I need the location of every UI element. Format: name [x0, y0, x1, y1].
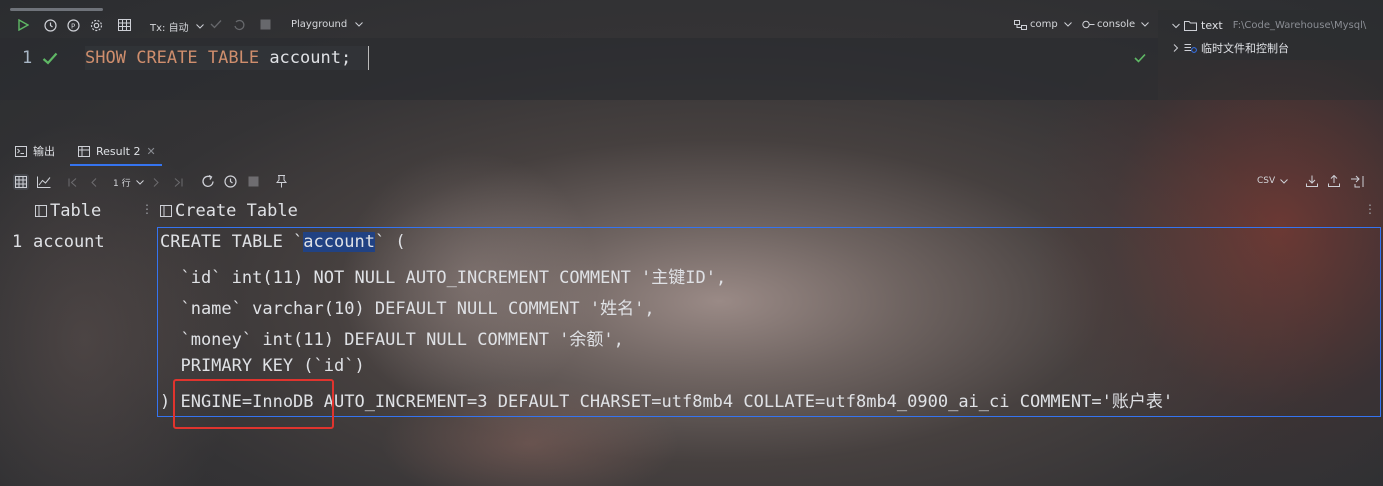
- keyword-table: TABLE: [207, 48, 260, 68]
- table-view-icon[interactable]: [118, 19, 131, 31]
- results-tabs: 输出 Result 2 ✕: [0, 138, 1383, 166]
- ddl-line: `money` int(11) DEFAULT NULL COMMENT '余额…: [160, 330, 624, 350]
- folder-icon: [1184, 21, 1197, 31]
- column-header-label: Create Table: [175, 201, 298, 221]
- svg-text:P: P: [71, 23, 75, 31]
- chevron-down-icon: [1280, 178, 1289, 184]
- tab-output-label: 输出: [33, 145, 55, 158]
- chevron-down-icon: [1141, 22, 1150, 27]
- playground-label: Playground: [291, 19, 348, 30]
- playground-dropdown[interactable]: Playground: [291, 19, 364, 30]
- statement-terminator: ;: [340, 48, 352, 68]
- grid-view-icon[interactable]: [13, 174, 29, 190]
- refresh-icon[interactable]: [201, 175, 215, 188]
- stop-icon[interactable]: [260, 19, 271, 30]
- transaction-mode-label: Tx: 自动: [150, 23, 189, 34]
- scratches-label: 临时文件和控制台: [1201, 42, 1289, 55]
- chevron-right-icon: [1173, 44, 1179, 52]
- active-tab-indicator: [10, 8, 103, 11]
- highlight-annotation: [173, 379, 334, 429]
- pin-icon[interactable]: [276, 175, 287, 188]
- export-format-label: CSV: [1257, 176, 1276, 186]
- rollback-icon[interactable]: [233, 19, 245, 31]
- chevron-down-icon: [135, 180, 144, 185]
- chevron-down-icon: [195, 24, 204, 29]
- schema-icon: [1014, 19, 1027, 30]
- inspection-ok-icon[interactable]: [1134, 48, 1146, 67]
- tab-result-2[interactable]: Result 2 ✕: [70, 138, 162, 166]
- column-icon: [160, 205, 172, 217]
- console-dropdown[interactable]: console: [1082, 19, 1150, 30]
- folder-path: F:\Code_Warehouse\Mysql\: [1232, 20, 1367, 31]
- ddl-text: ` (: [374, 232, 406, 252]
- tab-output[interactable]: 输出: [15, 138, 55, 164]
- keyword-create: CREATE: [136, 48, 198, 68]
- close-tab-icon[interactable]: ✕: [146, 145, 155, 158]
- previous-page-icon[interactable]: [91, 178, 97, 187]
- ddl-text: CREATE TABLE `: [160, 232, 304, 252]
- tab-result-label: Result 2: [96, 144, 141, 158]
- rows-count-label: 1 行: [113, 179, 131, 189]
- settings-icon[interactable]: [90, 19, 103, 32]
- sql-statement[interactable]: SHOW CREATE TABLE account;: [85, 46, 369, 70]
- ddl-selected-text: account: [303, 232, 375, 252]
- history-icon[interactable]: [44, 19, 57, 32]
- query-history-icon[interactable]: [224, 175, 237, 188]
- tree-item-scratches[interactable]: 临时文件和控制台: [1172, 40, 1289, 56]
- row-number: 1: [12, 232, 23, 252]
- chevron-down-icon: [355, 22, 364, 27]
- schema-label: comp: [1030, 19, 1058, 30]
- stop-icon[interactable]: [248, 176, 259, 187]
- project-tree: text F:\Code_Warehouse\Mysql\ 临时文件和控制台: [1158, 10, 1383, 100]
- console-icon: [1082, 20, 1095, 29]
- cell-table-name[interactable]: account: [33, 232, 105, 252]
- export-format-dropdown[interactable]: CSV: [1257, 176, 1289, 186]
- scratches-icon: [1184, 43, 1197, 53]
- schema-dropdown[interactable]: comp: [1014, 19, 1072, 30]
- cell-create-table[interactable]: CREATE TABLE `account` ( `id` int(11) NO…: [157, 227, 1381, 417]
- sql-editor[interactable]: 1 SHOW CREATE TABLE account;: [0, 38, 1158, 100]
- transpose-icon[interactable]: [1350, 175, 1364, 188]
- results-toolbar: 1 行 CSV: [0, 170, 1383, 194]
- tree-item-folder[interactable]: text F:\Code_Warehouse\Mysql\: [1172, 19, 1366, 32]
- terminal-icon: [15, 145, 27, 157]
- column-icon: [35, 205, 47, 217]
- column-header-create-table[interactable]: Create Table: [160, 201, 298, 221]
- next-page-icon[interactable]: [153, 178, 159, 187]
- table-identifier: account: [269, 48, 341, 68]
- download-icon[interactable]: [1306, 175, 1318, 187]
- explain-plan-icon[interactable]: P: [67, 19, 80, 32]
- rows-count-dropdown[interactable]: 1 行: [113, 176, 144, 189]
- line-number: 1: [22, 48, 33, 68]
- chevron-down-icon: [1172, 23, 1180, 28]
- commit-icon[interactable]: [210, 19, 222, 29]
- keyword-show: SHOW: [85, 48, 126, 68]
- ddl-line: PRIMARY KEY (`id`): [160, 356, 365, 376]
- console-label: console: [1097, 19, 1136, 30]
- chevron-down-icon: [1063, 22, 1072, 27]
- chart-view-icon[interactable]: [37, 176, 51, 188]
- last-page-icon[interactable]: [174, 178, 183, 187]
- column-header-table[interactable]: Table: [35, 201, 101, 221]
- ddl-line: `name` varchar(10) DEFAULT NULL COMMENT …: [160, 299, 655, 319]
- ddl-line: CREATE TABLE `account` (: [160, 232, 406, 252]
- column-options-icon[interactable]: ⋮: [1364, 202, 1376, 216]
- column-options-icon[interactable]: ⋮: [141, 202, 153, 216]
- grid-header: Table ⋮ Create Table ⋮: [0, 198, 1383, 226]
- folder-name: text: [1201, 19, 1223, 32]
- run-icon[interactable]: [17, 19, 29, 31]
- check-icon: [42, 50, 58, 69]
- ddl-line: `id` int(11) NOT NULL AUTO_INCREMENT COM…: [160, 268, 727, 288]
- column-header-label: Table: [50, 201, 102, 221]
- first-page-icon[interactable]: [68, 178, 77, 187]
- table-icon: [78, 145, 90, 157]
- upload-icon[interactable]: [1328, 175, 1340, 187]
- transaction-mode-dropdown[interactable]: Tx: 自动: [150, 19, 204, 34]
